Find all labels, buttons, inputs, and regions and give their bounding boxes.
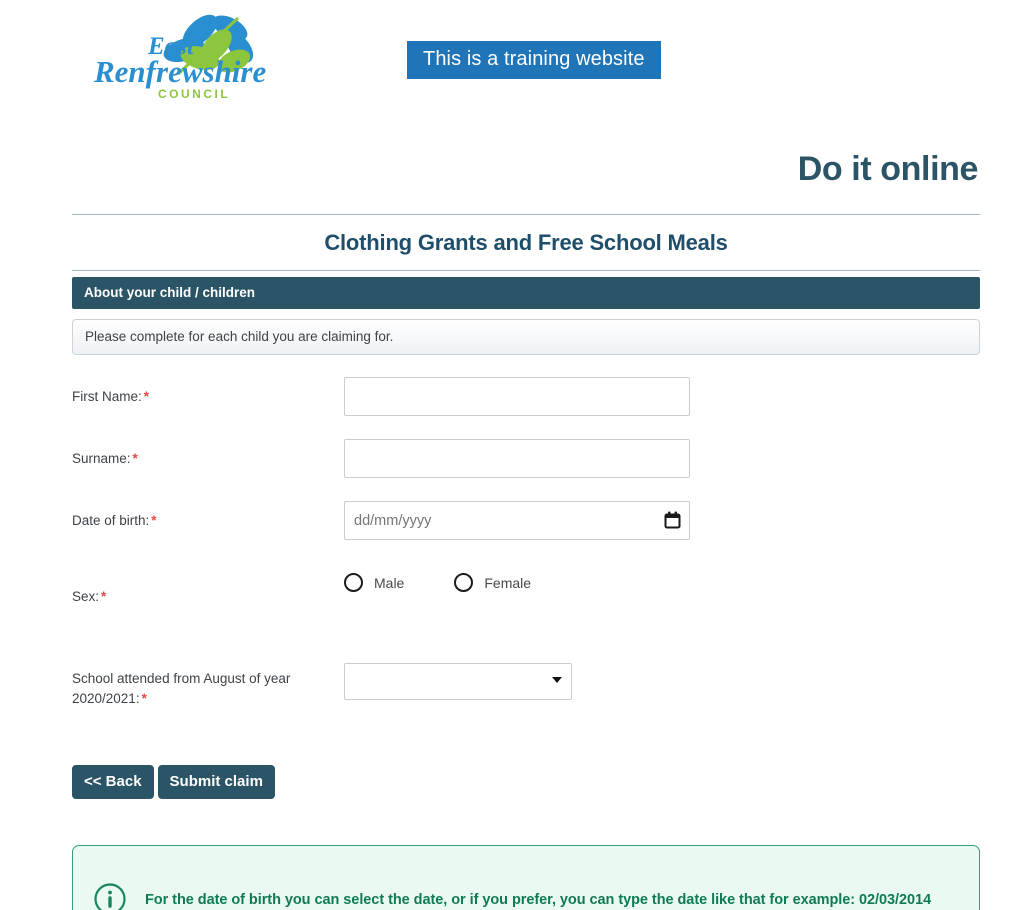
surname-label-text: Surname:: [72, 451, 131, 466]
date-of-birth-label: Date of birth: *: [72, 501, 344, 531]
radio-option-male[interactable]: Male: [344, 573, 404, 592]
sex-label: Sex: *: [72, 563, 344, 607]
school-label: School attended from August of year 2020…: [72, 663, 344, 709]
date-of-birth-field-wrap: [344, 501, 980, 540]
required-asterisk: *: [141, 691, 147, 706]
info-callout: For the date of birth you can select the…: [72, 845, 980, 910]
first-name-field-wrap: [344, 377, 980, 416]
submit-claim-button[interactable]: Submit claim: [157, 765, 275, 799]
radio-circle-male[interactable]: [344, 573, 363, 592]
child-details-form: First Name: * Surname: * Date of birth: *: [72, 377, 980, 709]
date-of-birth-label-text: Date of birth:: [72, 513, 150, 528]
form-row-school: School attended from August of year 2020…: [72, 663, 980, 709]
required-asterisk: *: [101, 589, 107, 604]
site-header: East Renfrewshire COUNCIL This is a trai…: [0, 0, 1024, 118]
date-of-birth-input[interactable]: [344, 501, 690, 540]
page-title: Clothing Grants and Free School Meals: [324, 230, 728, 255]
form-row-date-of-birth: Date of birth: *: [72, 501, 980, 540]
service-title: Do it online: [797, 150, 979, 188]
form-container: Clothing Grants and Free School Meals Ab…: [72, 214, 980, 910]
form-row-sex: Sex: * Male Female: [72, 563, 980, 607]
form-actions: << Back Submit claim: [72, 765, 980, 799]
school-label-text: School attended from August of year 2020…: [72, 671, 291, 706]
sex-label-text: Sex:: [72, 589, 100, 604]
divider-bottom: [72, 270, 980, 271]
first-name-input[interactable]: [344, 377, 690, 416]
required-asterisk: *: [143, 389, 150, 404]
info-circle-icon: [93, 882, 127, 910]
radio-label-female: Female: [484, 574, 532, 591]
form-row-first-name: First Name: *: [72, 377, 980, 416]
first-name-label-text: First Name:: [72, 389, 142, 404]
radio-option-female[interactable]: Female: [454, 573, 531, 592]
svg-text:Renfrewshire: Renfrewshire: [93, 54, 266, 89]
sex-radio-group: Male Female: [344, 563, 980, 592]
school-field-wrap: [344, 663, 980, 700]
surname-field-wrap: [344, 439, 980, 478]
instruction-text: Please complete for each child you are c…: [72, 319, 980, 355]
svg-text:COUNCIL: COUNCIL: [158, 87, 230, 101]
required-asterisk: *: [132, 451, 138, 466]
back-button[interactable]: << Back: [72, 765, 154, 799]
radio-label-male: Male: [374, 574, 405, 591]
sex-field-wrap: Male Female: [344, 563, 980, 592]
radio-circle-female[interactable]: [454, 573, 474, 592]
page-root: East Renfrewshire COUNCIL This is a trai…: [0, 0, 1024, 910]
training-website-banner: This is a training website: [407, 41, 661, 79]
first-name-label: First Name: *: [72, 377, 344, 407]
school-select[interactable]: [344, 663, 572, 700]
council-logo[interactable]: East Renfrewshire COUNCIL: [88, 6, 278, 106]
info-message: For the date of birth you can select the…: [145, 892, 932, 908]
section-header-about-child: About your child / children: [72, 277, 980, 309]
surname-label: Surname: *: [72, 439, 344, 469]
required-asterisk: *: [151, 513, 157, 528]
form-row-surname: Surname: *: [72, 439, 980, 478]
surname-input[interactable]: [344, 439, 690, 478]
